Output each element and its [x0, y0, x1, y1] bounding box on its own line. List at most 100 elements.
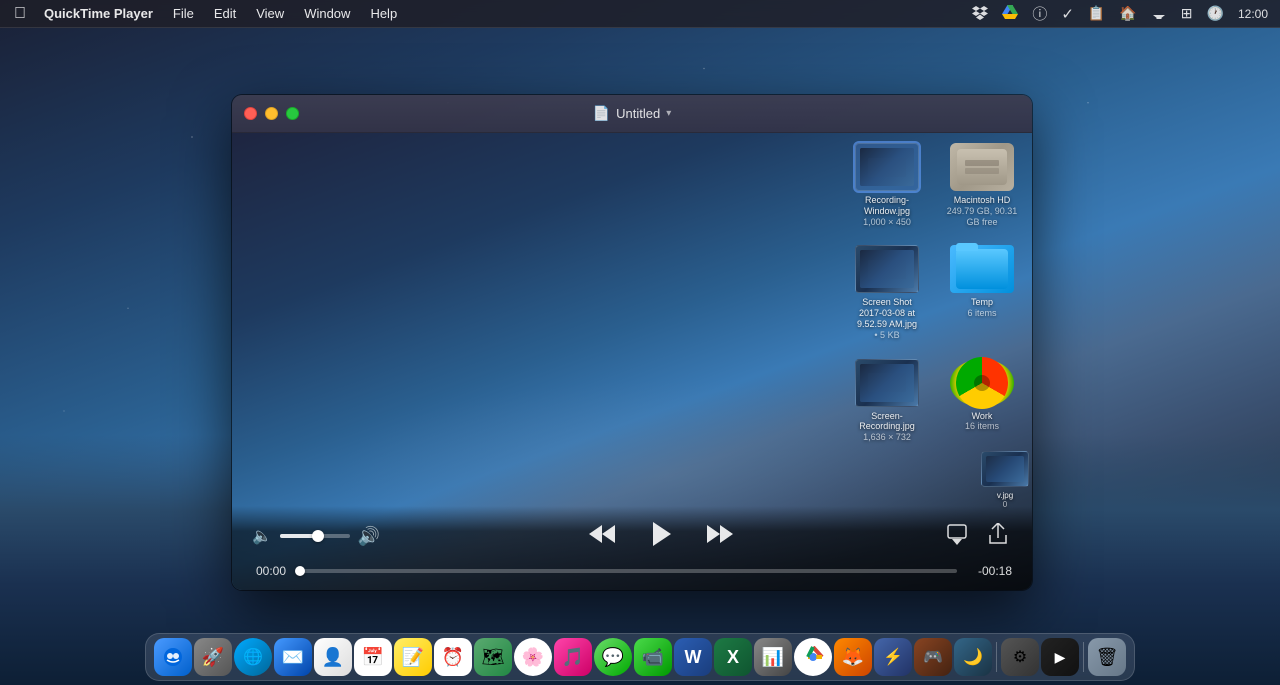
dock-contacts[interactable]: 👤 [314, 638, 352, 676]
icon-label-recording: Recording-Window.jpg1,000 × 450 [850, 195, 925, 227]
dock-app2[interactable]: ⚡ [874, 638, 912, 676]
icon-screenshot[interactable]: Screen Shot 2017-03-08 at9.52.59 AM.jpg•… [847, 245, 927, 340]
dock-chrome[interactable] [794, 638, 832, 676]
menubar:  QuickTime Player File Edit View Window… [0, 0, 1280, 28]
icon-row-2: Screen Shot 2017-03-08 at9.52.59 AM.jpg•… [847, 245, 1022, 340]
menu-help[interactable]: Help [362, 4, 405, 23]
volume-high-icon: 🔊 [358, 526, 380, 547]
apple-menu[interactable]:  [8, 3, 32, 25]
right-controls [942, 519, 1012, 554]
grid-icon[interactable]: ⊞ [1177, 3, 1197, 24]
traffic-lights [244, 107, 299, 120]
play-button[interactable] [643, 516, 679, 556]
title-text: Untitled [616, 106, 660, 121]
progress-thumb[interactable] [295, 566, 305, 576]
desktop-icons-container: Recording-Window.jpg1,000 × 450 Macintos… [847, 143, 1022, 443]
menu-window[interactable]: Window [296, 4, 358, 23]
icon-label-screenshot: Screen Shot 2017-03-08 at9.52.59 AM.jpg•… [850, 297, 925, 340]
info-icon[interactable]: ⓘ [1028, 1, 1051, 26]
progress-bar[interactable] [300, 569, 957, 573]
close-button[interactable] [244, 107, 257, 120]
maximize-button[interactable] [286, 107, 299, 120]
menubar-left:  QuickTime Player File Edit View Window… [8, 3, 405, 25]
dock-separator [996, 642, 997, 672]
volume-thumb[interactable] [312, 530, 324, 542]
controls-overlay: 🔈 🔊 [232, 506, 1032, 590]
dock: 🚀 🌐 ✉️ 👤 📅 📝 ⏰ 🗺 🌸 🎵 💬 📹 W X 📊 🦊 ⚡ 🎮 🌙 ⚙… [145, 633, 1135, 681]
clock-icon[interactable]: 12:00 [1234, 5, 1272, 23]
dock-app3[interactable]: 🎮 [914, 638, 952, 676]
home-icon[interactable]: 🏠 [1115, 3, 1140, 24]
icon-row-3: Screen-Recording.jpg1,636 × 732 Work16 i… [847, 359, 1022, 443]
icon-label-hd: Macintosh HD249.79 GB, 90.31 GB free [945, 195, 1020, 227]
icon-img-screenshot [855, 245, 919, 293]
menubar-right: ⓘ ✓ 📋 🏠 ⊞ 🕐 12:00 [968, 1, 1272, 26]
progress-row: 00:00 -00:18 [252, 564, 1012, 578]
quicktime-window: 📄 Untitled ▾ Recording-Window.jpg1,000 ×… [232, 95, 1032, 590]
dock-launchpad[interactable]: 🚀 [194, 638, 232, 676]
app-name[interactable]: QuickTime Player [36, 4, 161, 23]
icon-img-folder [950, 245, 1014, 293]
icon-macintosh-hd[interactable]: Macintosh HD249.79 GB, 90.31 GB free [942, 143, 1022, 227]
dock-photos[interactable]: 🌸 [514, 638, 552, 676]
dock-mail[interactable]: ✉️ [274, 638, 312, 676]
dock-app1[interactable]: 📊 [754, 638, 792, 676]
minimize-button[interactable] [265, 107, 278, 120]
dropbox-icon[interactable] [968, 2, 992, 25]
dock-trash[interactable]: 🗑 [1088, 638, 1126, 676]
rewind-button[interactable] [585, 519, 619, 553]
dock-excel[interactable]: X [714, 638, 752, 676]
icon-recording-window[interactable]: Recording-Window.jpg1,000 × 450 [847, 143, 927, 227]
icon-work[interactable]: Work16 items [942, 359, 1022, 443]
dock-reminders[interactable]: ⏰ [434, 638, 472, 676]
playback-controls [585, 516, 737, 556]
volume-controls: 🔈 🔊 [252, 526, 380, 547]
dock-maps[interactable]: 🗺 [474, 638, 512, 676]
fast-forward-button[interactable] [703, 519, 737, 553]
dock-calendar[interactable]: 📅 [354, 638, 392, 676]
dock-safari[interactable]: 🌐 [234, 638, 272, 676]
time-machine-icon[interactable]: 🕐 [1203, 3, 1228, 24]
remaining-time: -00:18 [967, 564, 1012, 578]
controls-row: 🔈 🔊 [252, 516, 1012, 556]
window-titlebar: 📄 Untitled ▾ [232, 95, 1032, 133]
dock-messages[interactable]: 💬 [594, 638, 632, 676]
volume-low-icon[interactable]: 🔈 [252, 526, 272, 546]
clipboard-icon[interactable]: 📋 [1084, 3, 1109, 24]
dock-app6[interactable]: ▶ [1041, 638, 1079, 676]
window-title: 📄 Untitled ▾ [593, 105, 672, 122]
dock-app4[interactable]: 🌙 [954, 638, 992, 676]
icon-label-temp: Temp6 items [967, 297, 996, 319]
icon-label-work: Work16 items [965, 411, 999, 433]
icon-img-screen-recording [855, 359, 919, 407]
dock-app5[interactable]: ⚙ [1001, 638, 1039, 676]
dock-notes[interactable]: 📝 [394, 638, 432, 676]
menu-file[interactable]: File [165, 4, 202, 23]
icon-img-recording [855, 143, 919, 191]
airplay-button[interactable] [942, 519, 972, 554]
icon-img-work [950, 359, 1014, 407]
window-content: Recording-Window.jpg1,000 × 450 Macintos… [232, 133, 1032, 590]
document-icon: 📄 [593, 105, 610, 122]
dock-facetime[interactable]: 📹 [634, 638, 672, 676]
icon-label-screen-recording: Screen-Recording.jpg1,636 × 732 [850, 411, 925, 443]
partial-icon: v.jpg 0 [970, 451, 1032, 510]
airplay-menu-icon[interactable] [1147, 2, 1171, 25]
title-chevron-icon[interactable]: ▾ [666, 108, 671, 119]
dock-firefox[interactable]: 🦊 [834, 638, 872, 676]
dock-itunes[interactable]: 🎵 [554, 638, 592, 676]
icon-temp-folder[interactable]: Temp6 items [942, 245, 1022, 340]
checkmark-icon[interactable]: ✓ [1057, 3, 1078, 25]
share-button[interactable] [984, 519, 1012, 554]
volume-slider[interactable] [280, 534, 350, 538]
dock-finder[interactable] [154, 638, 192, 676]
icon-img-hdd [950, 143, 1014, 191]
dock-separator-2 [1083, 642, 1084, 672]
menu-edit[interactable]: Edit [206, 4, 244, 23]
google-drive-icon[interactable] [998, 2, 1022, 25]
icon-row-1: Recording-Window.jpg1,000 × 450 Macintos… [847, 143, 1022, 227]
menu-view[interactable]: View [248, 4, 292, 23]
icon-screen-recording[interactable]: Screen-Recording.jpg1,636 × 732 [847, 359, 927, 443]
dock-word[interactable]: W [674, 638, 712, 676]
current-time: 00:00 [252, 564, 290, 578]
